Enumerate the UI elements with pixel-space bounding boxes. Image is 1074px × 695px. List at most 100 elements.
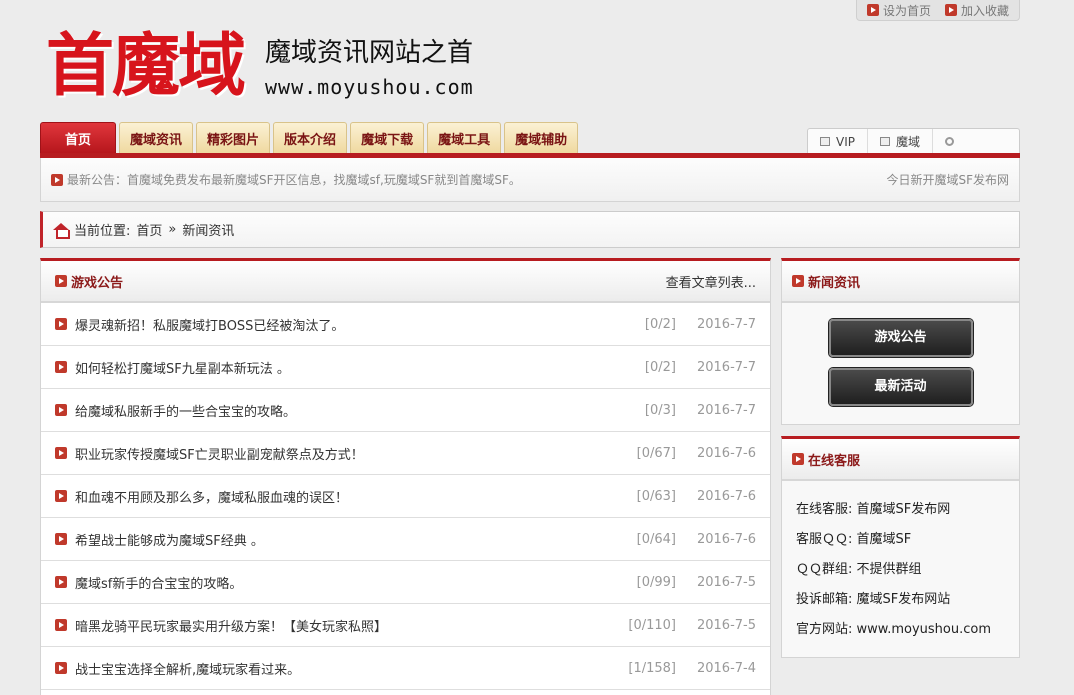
article-row[interactable]: 希望战士能够成为魔域SF经典 。 [0/64] 2016-7-6 [41, 518, 770, 561]
news-side-panel: 新闻资讯 游戏公告 最新活动 [781, 258, 1020, 425]
view-list-link[interactable]: 查看文章列表... [666, 272, 756, 291]
search-icon [945, 137, 954, 146]
article-count: [0/99] [636, 574, 676, 590]
main-nav: 首页 魔域资讯 精彩图片 版本介绍 魔域下载 魔域工具 魔域辅助 [40, 122, 579, 154]
panel-title: 在线客服 [808, 453, 861, 469]
panel-header: 新闻资讯 [782, 261, 1019, 303]
article-date: 2016-7-7 [696, 359, 756, 375]
nav-tab-assist[interactable]: 魔域辅助 [504, 122, 579, 154]
arrow-icon [866, 4, 879, 16]
arrow-icon [55, 318, 67, 330]
article-count: [0/2] [644, 316, 676, 332]
arrow-icon [55, 576, 67, 588]
moyu-link[interactable]: 魔域 [868, 129, 933, 154]
vip-icon [820, 137, 830, 146]
breadcrumb-separator: » [168, 222, 177, 237]
article-title[interactable]: 魔域sf新手的合宝宝的攻略。 [75, 573, 596, 592]
article-count: [0/3] [644, 402, 676, 418]
article-row[interactable]: 如何轻松打魔域SF九星副本新玩法 。 [0/2] 2016-7-7 [41, 346, 770, 389]
article-row[interactable]: 魔域sf新手的合宝宝的攻略。 [0/99] 2016-7-5 [41, 561, 770, 604]
arrow-icon [55, 619, 67, 631]
article-count: [0/2] [644, 359, 676, 375]
nav-tab-pictures[interactable]: 精彩图片 [196, 122, 271, 154]
article-row[interactable]: 战士宝宝选择全解析,魔域玩家看过来。 [1/158] 2016-7-4 [41, 647, 770, 690]
vip-link[interactable]: VIP [808, 129, 868, 154]
article-title[interactable]: 和血魂不用顾及那么多，魔域私服血魂的误区！ [75, 487, 596, 506]
monitor-icon [879, 137, 890, 146]
arrow-icon [55, 404, 67, 416]
notice-right-link[interactable]: 今日新开魔域SF发布网 [886, 171, 1009, 188]
article-title[interactable]: 给魔域私服新手的一些合宝宝的攻略。 [75, 401, 596, 420]
article-count: [0/67] [636, 445, 676, 461]
article-title[interactable]: 如何轻松打魔域SF九星副本新玩法 。 [75, 358, 596, 377]
article-count: [1/158] [628, 660, 676, 676]
top-links: 设为首页 加入收藏 [855, 0, 1020, 21]
add-favorite-link[interactable]: 加入收藏 [944, 2, 1009, 19]
panel-title: 新闻资讯 [808, 275, 861, 291]
set-home-link[interactable]: 设为首页 [866, 2, 931, 19]
service-line: ＱＱ群组: 不提供群组 [796, 562, 922, 577]
panel-header: 游戏公告 查看文章列表... [41, 261, 770, 303]
article-list-panel: 游戏公告 查看文章列表... 爆灵魂新招！私服魔域打BOSS已经被淘汰了。 [0/… [40, 258, 771, 695]
article-row[interactable]: 和血魂不用顾及那么多，魔域私服血魂的误区！ [0/63] 2016-7-6 [41, 475, 770, 518]
arrow-icon [51, 173, 63, 186]
article-row[interactable]: 职业玩家传授魔域SF亡灵职业副宠献祭点及方式！ [0/67] 2016-7-6 [41, 432, 770, 475]
search-box[interactable] [933, 129, 1019, 154]
arrow-icon [55, 275, 67, 287]
breadcrumb-current: 新闻资讯 [182, 224, 235, 239]
panel-header: 在线客服 [782, 439, 1019, 481]
arrow-icon [792, 275, 804, 287]
article-count: [0/110] [628, 617, 676, 633]
latest-events-button[interactable]: 最新活动 [828, 368, 973, 406]
article-title[interactable]: 爆灵魂新招！私服魔域打BOSS已经被淘汰了。 [75, 315, 596, 334]
service-line: 客服ＱＱ: 首魔域SF [796, 532, 912, 547]
service-line: 投诉邮箱: 魔域SF发布网站 [796, 592, 951, 607]
nav-tab-home[interactable]: 首页 [40, 122, 117, 154]
article-date: 2016-7-7 [696, 316, 756, 332]
site-url: www.moyushou.com [265, 75, 474, 99]
article-title[interactable]: 希望战士能够成为魔域SF经典 。 [75, 530, 596, 549]
site-slogan: 魔域资讯网站之首 [265, 38, 474, 68]
article-title[interactable]: 职业玩家传授魔域SF亡灵职业副宠献祭点及方式！ [75, 444, 596, 463]
notice-text[interactable]: 最新公告：首魔域免费发布最新魔域SF开区信息，找魔域sf,玩魔域SF就到首魔域S… [67, 171, 886, 188]
nav-tab-news[interactable]: 魔域资讯 [119, 122, 194, 154]
article-row[interactable]: 暗黑龙骑平民玩家最实用升级方案！【美女玩家私照】 [0/110] 2016-7-5 [41, 604, 770, 647]
notice-bar: 最新公告：首魔域免费发布最新魔域SF开区信息，找魔域sf,玩魔域SF就到首魔域S… [40, 158, 1020, 202]
article-list: 爆灵魂新招！私服魔域打BOSS已经被淘汰了。 [0/2] 2016-7-7 如何轻松打… [41, 303, 770, 690]
arrow-icon [55, 447, 67, 459]
arrow-icon [55, 490, 67, 502]
arrow-icon [55, 662, 67, 674]
page: 设为首页 加入收藏 首魔域 魔域资讯网站之首 www.moyushou.com … [40, 0, 1020, 695]
service-line: 官方网站: www.moyushou.com [796, 622, 992, 637]
article-date: 2016-7-5 [696, 617, 756, 633]
nav-tab-tools[interactable]: 魔域工具 [427, 122, 502, 154]
article-date: 2016-7-6 [696, 488, 756, 504]
article-date: 2016-7-7 [696, 402, 756, 418]
article-title[interactable]: 战士宝宝选择全解析,魔域玩家看过来。 [75, 659, 596, 678]
home-icon [53, 222, 70, 239]
article-row[interactable]: 爆灵魂新招！私服魔域打BOSS已经被淘汰了。 [0/2] 2016-7-7 [41, 303, 770, 346]
article-count: [0/64] [636, 531, 676, 547]
article-title[interactable]: 暗黑龙骑平民玩家最实用升级方案！【美女玩家私照】 [75, 616, 596, 635]
service-side-panel: 在线客服 在线客服: 首魔域SF发布网 客服ＱＱ: 首魔域SF ＱＱ群组: 不提… [781, 436, 1020, 658]
game-notice-button[interactable]: 游戏公告 [828, 319, 973, 357]
arrow-icon [55, 533, 67, 545]
article-date: 2016-7-4 [696, 660, 756, 676]
site-logo[interactable]: 首魔域 [46, 32, 246, 100]
arrow-icon [55, 361, 67, 373]
service-line: 在线客服: 首魔域SF发布网 [796, 502, 951, 517]
service-info: 在线客服: 首魔域SF发布网 客服ＱＱ: 首魔域SF ＱＱ群组: 不提供群组 投… [782, 481, 1019, 645]
arrow-icon [944, 4, 957, 16]
article-date: 2016-7-6 [696, 531, 756, 547]
arrow-icon [792, 453, 804, 465]
article-count: [0/63] [636, 488, 676, 504]
nav-tab-versions[interactable]: 版本介绍 [273, 122, 348, 154]
breadcrumb-home[interactable]: 首页 [136, 220, 162, 239]
breadcrumb-prefix: 当前位置: [74, 224, 131, 239]
panel-title: 游戏公告 [71, 275, 124, 291]
nav-tab-download[interactable]: 魔域下载 [350, 122, 425, 154]
article-row[interactable]: 给魔域私服新手的一些合宝宝的攻略。 [0/3] 2016-7-7 [41, 389, 770, 432]
nav-right-tools: VIP 魔域 [807, 128, 1020, 154]
breadcrumb: 当前位置: 首页 » 新闻资讯 [40, 211, 1020, 248]
article-date: 2016-7-5 [696, 574, 756, 590]
